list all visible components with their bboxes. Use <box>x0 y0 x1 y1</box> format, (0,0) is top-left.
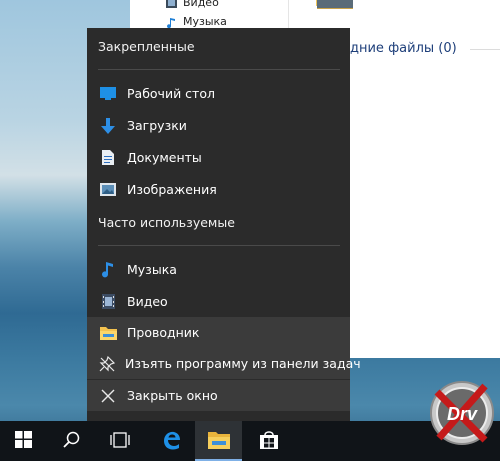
file-explorer-taskbar-button[interactable] <box>195 421 242 461</box>
jump-item-label: Документы <box>127 150 202 165</box>
jump-item-music[interactable]: Музыка <box>87 254 350 285</box>
jump-item-label: Закрыть окно <box>127 388 218 403</box>
store-taskbar-button[interactable] <box>245 421 292 461</box>
pictures-icon <box>99 181 117 199</box>
task-unpin-from-taskbar[interactable]: Изъять программу из панели задач <box>87 348 361 379</box>
jump-item-label: Изъять программу из панели задач <box>125 356 361 371</box>
close-icon <box>99 387 117 405</box>
jump-item-label: Загрузки <box>127 118 187 133</box>
store-icon <box>259 430 279 453</box>
start-button[interactable] <box>0 421 47 461</box>
svg-text:Drv: Drv <box>447 404 478 424</box>
file-explorer-icon <box>207 431 230 452</box>
divider <box>98 69 340 70</box>
nav-item-video[interactable]: Видео <box>166 0 219 9</box>
jump-item-documents[interactable]: Документы <box>87 142 350 173</box>
edge-icon <box>161 430 181 453</box>
jump-item-desktop[interactable]: Рабочий стол <box>87 78 350 109</box>
nav-item-label: Видео <box>183 0 219 9</box>
video-icon <box>99 293 117 311</box>
search-button[interactable] <box>48 421 95 461</box>
file-explorer-icon <box>99 324 117 342</box>
divider <box>470 49 500 50</box>
start-icon <box>15 431 32 451</box>
jump-item-label: Изображения <box>127 182 217 197</box>
jump-item-downloads[interactable]: Загрузки <box>87 110 350 141</box>
nav-item-label: Музыка <box>183 15 227 28</box>
jump-item-label: Проводник <box>127 325 200 340</box>
jump-item-label: Музыка <box>127 262 177 277</box>
search-icon <box>63 431 80 451</box>
jump-item-pictures[interactable]: Изображения <box>87 174 350 205</box>
task-view-button[interactable] <box>96 421 143 461</box>
music-icon <box>99 261 117 279</box>
documents-icon <box>99 149 117 167</box>
frequent-header: Часто используемые <box>98 215 235 230</box>
edge-taskbar-button[interactable] <box>147 421 194 461</box>
download-icon <box>99 117 117 135</box>
taskbar <box>0 421 500 461</box>
jump-item-label: Видео <box>127 294 168 309</box>
task-close-window[interactable]: Закрыть окно <box>87 380 350 411</box>
drv-watermark-logo: Drv <box>427 378 497 448</box>
video-icon <box>166 0 177 8</box>
task-view-icon <box>109 431 131 451</box>
jump-item-video[interactable]: Видео <box>87 286 350 317</box>
nav-item-music[interactable]: Музыка <box>166 15 227 28</box>
unpin-icon <box>99 355 115 373</box>
jump-item-label: Рабочий стол <box>127 86 215 101</box>
music-icon <box>166 17 177 28</box>
divider <box>98 245 340 246</box>
recent-files-header[interactable]: едние файлы (0) <box>342 41 457 56</box>
task-file-explorer[interactable]: Проводник <box>87 317 350 348</box>
video-thumbnail <box>317 0 353 9</box>
jump-list-menu: Закрепленные Рабочий стол Загрузки Докум… <box>87 28 361 421</box>
desktop-icon <box>99 85 117 103</box>
pinned-header: Закрепленные <box>98 39 195 54</box>
